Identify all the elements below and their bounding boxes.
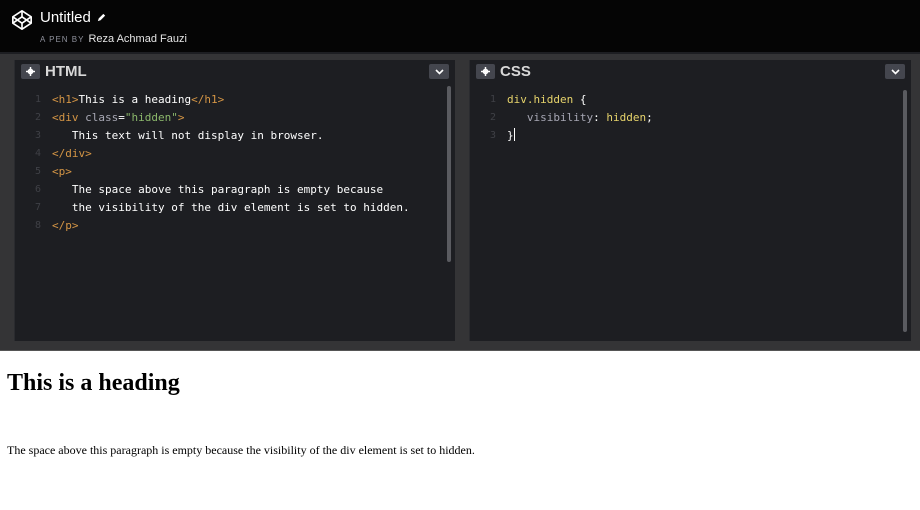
html-code-line[interactable]: 8 </p>: [15, 217, 455, 235]
chevron-down-icon: [890, 68, 900, 75]
code-text: div.hidden {: [507, 91, 586, 109]
code-token: class: [85, 111, 119, 124]
css-code-line[interactable]: 1 div.hidden {: [470, 91, 911, 109]
author-name[interactable]: Reza Achmad Fauzi: [88, 33, 186, 45]
code-text: <div class="hidden">: [52, 109, 184, 127]
editor-area: HTML 1 <h1>This is a heading</h1> 2 <div cl…: [0, 54, 920, 350]
preview-paragraph: The space above this paragraph is empty …: [7, 443, 475, 457]
result-preview: This is a heading The space above this p…: [0, 350, 920, 510]
html-code-editor[interactable]: 1 <h1>This is a heading</h1> 2 <div class="…: [15, 91, 455, 235]
html-editor-pane[interactable]: HTML 1 <h1>This is a heading</h1> 2 <div cl…: [14, 60, 455, 341]
html-code-line[interactable]: 4 </div>: [15, 145, 455, 163]
code-text: <p>: [52, 163, 72, 181]
css-pane-header: CSS: [470, 60, 911, 84]
pen-header: Untitled A PEN BY Reza Achmad Fauzi: [0, 0, 920, 54]
byline-label: A PEN BY: [40, 35, 85, 44]
codepen-logo-icon[interactable]: [11, 9, 33, 31]
css-settings-button[interactable]: [476, 64, 495, 79]
code-text: The space above this paragraph is empty …: [52, 181, 383, 199]
css-code-editor[interactable]: 1 div.hidden {2 visibility: hidden; 3}: [470, 91, 911, 145]
html-settings-button[interactable]: [21, 64, 40, 79]
code-token: <p>: [52, 165, 72, 178]
code-text: the visibility of the div element is set…: [52, 199, 410, 217]
code-token: </p>: [52, 219, 79, 232]
html-pane-header: HTML: [15, 60, 455, 84]
code-text: </div>: [52, 145, 92, 163]
pen-title[interactable]: Untitled: [40, 9, 91, 26]
code-token: hidden: [606, 111, 647, 124]
code-token: visibility: [507, 111, 594, 124]
css-code-line[interactable]: 3}: [470, 127, 911, 145]
line-number: 5: [34, 166, 41, 177]
line-number: 7: [34, 202, 41, 213]
line-number: 1: [34, 94, 41, 105]
code-text: visibility: hidden;: [507, 109, 653, 127]
byline: A PEN BY Reza Achmad Fauzi: [40, 33, 187, 45]
html-pane-title: HTML: [45, 63, 87, 80]
code-token: ;: [646, 111, 653, 124]
css-pane-title: CSS: [500, 63, 531, 80]
line-number: 4: [34, 148, 41, 159]
html-code-line[interactable]: 2 <div class="hidden">: [15, 109, 455, 127]
css-dropdown-button[interactable]: [885, 64, 905, 79]
code-token: div.hidden: [507, 93, 574, 106]
line-number: 8: [34, 220, 41, 231]
code-token: =: [118, 111, 125, 124]
line-number: 6: [34, 184, 41, 195]
line-number: 2: [34, 112, 41, 123]
html-code-line[interactable]: 1 <h1>This is a heading</h1>: [15, 91, 455, 109]
chevron-down-icon: [434, 68, 444, 75]
code-text: </p>: [52, 217, 79, 235]
code-token: <h1>: [52, 93, 79, 106]
css-code-line[interactable]: 2 visibility: hidden;: [470, 109, 911, 127]
code-token: The space above this paragraph is empty …: [52, 183, 384, 196]
gear-icon: [481, 67, 490, 76]
line-number: 1: [489, 94, 496, 105]
line-number: 3: [34, 130, 41, 141]
html-code-line[interactable]: 7 the visibility of the div element is s…: [15, 199, 455, 217]
code-token: the visibility of the div element is set…: [52, 201, 410, 214]
text-cursor: [513, 128, 515, 141]
code-token: }: [507, 129, 514, 142]
line-number: 2: [489, 112, 496, 123]
html-code-line[interactable]: 6 The space above this paragraph is empt…: [15, 181, 455, 199]
code-token: <div: [52, 111, 86, 124]
gear-icon: [26, 67, 35, 76]
css-scrollbar[interactable]: [903, 90, 907, 332]
code-text: <h1>This is a heading</h1>: [52, 91, 224, 109]
html-dropdown-button[interactable]: [429, 64, 449, 79]
code-token: </div>: [52, 147, 92, 160]
code-token: {: [573, 93, 587, 106]
code-token: "hidden": [124, 111, 178, 124]
code-token: </h1>: [191, 93, 225, 106]
code-token: This text will not display in browser.: [52, 129, 324, 142]
preview-heading: This is a heading: [7, 370, 180, 396]
html-code-line[interactable]: 5 <p>: [15, 163, 455, 181]
line-number: 3: [489, 130, 496, 141]
code-text: }: [507, 127, 515, 145]
code-token: This is a heading: [78, 93, 192, 106]
code-token: :: [593, 111, 607, 124]
html-scrollbar[interactable]: [447, 86, 451, 262]
html-code-line[interactable]: 3 This text will not display in browser.: [15, 127, 455, 145]
code-text: This text will not display in browser.: [52, 127, 324, 145]
code-token: >: [177, 111, 185, 124]
css-editor-pane[interactable]: CSS 1 div.hidden {2 visibility: hidden; 3}: [469, 60, 911, 341]
edit-pencil-icon[interactable]: [96, 12, 107, 23]
